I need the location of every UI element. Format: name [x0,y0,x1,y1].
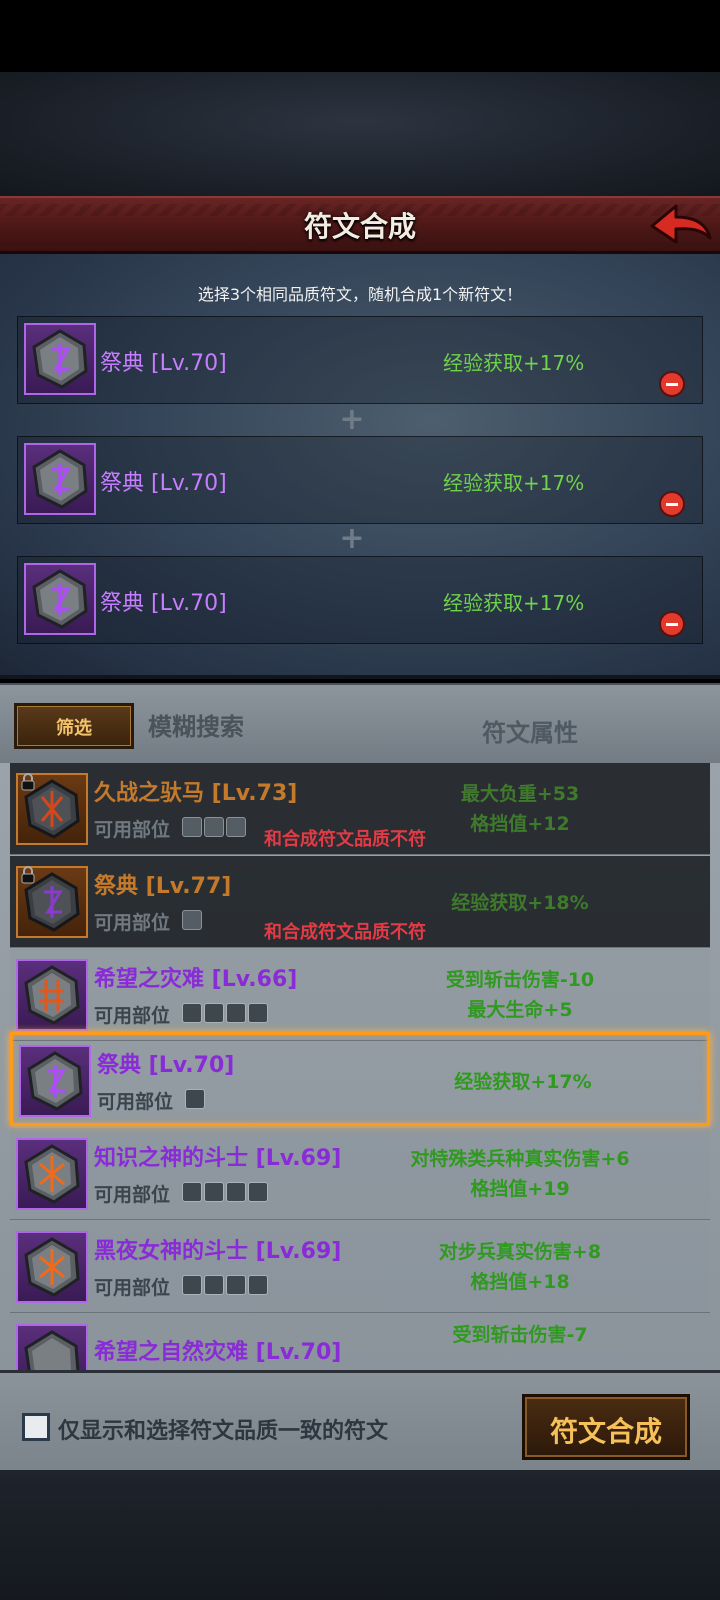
rune-name: 祭典 [Lv.77] [94,874,232,899]
slot-rune-name: 祭典 [Lv.70] [100,351,227,376]
armor-part-icon [226,1275,246,1295]
same-quality-only-label: 仅显示和选择符文品质一致的符文 [58,1419,389,1444]
gloves-part-icon [204,1003,224,1023]
available-slots-label: 可用部位 [94,1184,171,1206]
helmet-part-icon [204,1182,224,1202]
plus-icon: + [339,521,365,556]
rune-icon [16,1138,88,1210]
rune-stat: 经验获取+17% [454,1071,592,1093]
rune-icon [16,1324,88,1370]
remove-slot-button[interactable] [659,611,685,637]
rune-name: 希望之灾难 [Lv.66] [94,967,298,992]
rune-icon [24,563,96,635]
rune-stat: 对步兵真实伤害+8 [438,1241,602,1263]
rune-name: 久战之驮马 [Lv.73] [94,781,298,806]
rune-stat: 格挡值+19 [470,1178,570,1200]
slot-part-icons [182,1003,268,1023]
list-item[interactable]: 久战之驮马 [Lv.73] 可用部位 最大负重+53 格挡值+12 和合成符文品… [10,763,710,855]
list-item[interactable]: 希望之自然灾难 [Lv.70] 受到斩击伤害-7 [10,1314,710,1370]
slot-part-icons [182,910,202,930]
rune-icon [24,323,96,395]
back-button[interactable] [648,200,714,250]
rune-stat: 最大生命+5 [467,999,573,1021]
shield-part-icon [248,1182,268,1202]
rune-stat: 格挡值+18 [470,1271,570,1293]
armor-part-icon [226,1182,246,1202]
available-slots-label: 可用部位 [94,819,171,841]
page-title: 符文合成 [303,210,416,243]
remove-slot-button[interactable] [659,491,685,517]
fuzzy-search-input[interactable] [148,705,398,749]
remove-slot-button[interactable] [659,371,685,397]
shield-part-icon [185,1089,205,1109]
slot-part-icons [182,1275,268,1295]
rune-list[interactable]: 久战之驮马 [Lv.73] 可用部位 最大负重+53 格挡值+12 和合成符文品… [0,763,720,1370]
list-item[interactable]: 黑夜女神的斗士 [Lv.69] 可用部位 对步兵真实伤害+8 格挡值+18 [10,1221,710,1313]
combine-runes-label: 符文合成 [549,1415,662,1448]
shield-part-icon [226,817,246,837]
slot-rune-stat: 经验获取+17% [443,471,585,495]
rune-stat: 经验获取+18% [451,892,589,914]
rune-icon [24,443,96,515]
bottom-backdrop [0,1470,720,1600]
helmet-part-icon [204,1275,224,1295]
shield-part-icon [248,1003,268,1023]
weapon-part-icon [182,1182,202,1202]
slot-rune-stat: 经验获取+17% [443,351,585,375]
available-slots-label: 可用部位 [94,1005,171,1027]
rune-name: 祭典 [Lv.70] [97,1053,235,1078]
list-item[interactable]: 知识之神的斗士 [Lv.69] 可用部位 对特殊类兵种真实伤害+6 格挡值+19 [10,1128,710,1220]
rune-attribute-header: 符文属性 [482,719,578,747]
slot-part-icons [185,1089,205,1109]
available-slots-label: 可用部位 [97,1091,174,1113]
slot-rune-name: 祭典 [Lv.70] [100,471,227,496]
rune-icon [16,959,88,1031]
rune-name: 知识之神的斗士 [Lv.69] [94,1146,342,1171]
available-slots-label: 可用部位 [94,1277,171,1299]
weapon-part-icon [182,1275,202,1295]
lock-icon [21,866,35,884]
same-quality-only-checkbox[interactable] [22,1413,50,1441]
rune-stat: 受到斩击伤害-10 [445,969,595,991]
status-bar-area [0,0,720,72]
rune-icon [19,1045,91,1117]
plus-icon: + [339,402,365,437]
helmet-part-icon [182,817,202,837]
backdrop [0,72,720,197]
quality-mismatch-warning: 和合成符文品质不符 [264,922,426,943]
slot-rune-name: 祭典 [Lv.70] [100,591,227,616]
shield-part-icon [248,1275,268,1295]
rune-name: 黑夜女神的斗士 [Lv.69] [94,1239,342,1264]
armor-part-icon [226,1003,246,1023]
shield-part-icon [182,910,202,930]
helmet-part-icon [182,1003,202,1023]
filter-button-label: 筛选 [56,718,92,739]
back-arrow-icon [650,204,712,244]
lock-icon [21,773,35,791]
rune-stat: 对特殊类兵种真实伤害+6 [410,1148,630,1170]
armor-part-icon [204,817,224,837]
slot-part-icons [182,1182,268,1202]
list-item[interactable]: 希望之灾难 [Lv.66] 可用部位 受到斩击伤害-10 最大生命+5 [10,949,710,1041]
list-item[interactable]: 祭典 [Lv.77] 可用部位 经验获取+18% 和合成符文品质不符 [10,856,710,948]
rune-name: 希望之自然灾难 [Lv.70] [94,1340,342,1365]
slot-rune-stat: 经验获取+17% [443,591,585,615]
rune-stat: 最大负重+53 [460,783,580,805]
quality-mismatch-warning: 和合成符文品质不符 [264,829,426,850]
rune-icon [16,1231,88,1303]
available-slots-label: 可用部位 [94,912,171,934]
instruction-text: 选择3个相同品质符文，随机合成1个新符文！ [197,285,523,304]
list-item-selected[interactable]: 祭典 [Lv.70] 可用部位 经验获取+17% [10,1032,710,1126]
slot-part-icons [182,817,246,837]
rune-stat: 受到斩击伤害-7 [452,1324,588,1346]
